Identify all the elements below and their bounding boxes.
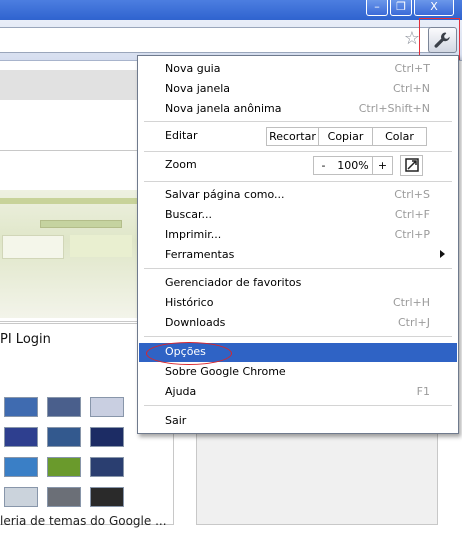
menu-item-new-incognito-window[interactable]: Nova janela anônima [165,100,281,118]
fullscreen-icon [404,158,419,172]
wrench-dropdown-menu: Nova guia Ctrl+T Nova janela Ctrl+N Nova… [137,55,459,434]
theme-swatch [90,427,124,447]
menu-separator [144,268,452,269]
menu-item-bookmark-manager[interactable]: Gerenciador de favoritos [165,274,301,292]
menu-item-zoom: Zoom [165,158,197,171]
submenu-arrow-icon [440,250,445,258]
menu-separator [144,405,452,406]
minimize-icon: – [374,0,380,13]
theme-swatch [4,487,38,507]
shortcut-find: Ctrl+F [394,208,430,221]
menu-separator [144,121,452,122]
menu-item-tools[interactable]: Ferramentas [165,246,234,264]
menu-separator [144,151,452,152]
restore-icon: ❐ [396,0,406,13]
shortcut-new-incognito: Ctrl+Shift+N [358,102,430,115]
theme-swatch [4,397,38,417]
menu-item-new-window[interactable]: Nova janela [165,80,230,98]
shortcut-help: F1 [416,385,430,398]
cut-button[interactable]: Recortar [266,127,319,146]
annotation-oval [146,342,232,365]
copy-button[interactable]: Copiar [318,127,373,146]
shortcut-downloads: Ctrl+J [397,316,430,329]
menu-item-exit[interactable]: Sair [165,412,186,430]
menu-item-help[interactable]: Ajuda [165,383,196,401]
shortcut-new-window: Ctrl+N [392,82,430,95]
menu-item-new-tab[interactable]: Nova guia [165,60,220,78]
menu-separator [144,336,452,337]
tile-thumbnail-image [0,190,137,318]
address-bar[interactable] [0,27,430,53]
theme-swatch [47,397,81,417]
most-visited-tile-empty[interactable] [196,430,438,525]
shortcut-print: Ctrl+P [394,228,430,241]
theme-swatch [47,457,81,477]
menu-item-save-page[interactable]: Salvar página como... [165,186,285,204]
paste-button[interactable]: Colar [372,127,427,146]
close-icon: X [430,0,438,13]
minimize-button[interactable]: – [366,0,388,16]
tile-title[interactable]: PI Login [0,332,51,347]
close-button[interactable]: X [414,0,454,16]
zoom-level: 100% [333,156,373,175]
menu-item-edit: Editar [165,129,198,142]
menu-separator [144,181,452,182]
shortcut-history: Ctrl+H [392,296,430,309]
theme-swatch [47,427,81,447]
theme-swatch [90,487,124,507]
theme-swatch [47,487,81,507]
theme-swatch [4,427,38,447]
menu-item-find[interactable]: Buscar... [165,206,212,224]
restore-button[interactable]: ❐ [390,0,412,16]
content-bar [0,70,140,100]
shortcut-new-tab: Ctrl+T [394,62,430,75]
theme-swatch [4,457,38,477]
theme-swatch [90,457,124,477]
annotation-highlight-box [419,18,460,60]
theme-swatch [90,397,124,417]
zoom-out-button[interactable]: - [313,156,334,175]
menu-item-history[interactable]: Histórico [165,294,213,312]
menu-item-downloads[interactable]: Downloads [165,314,225,332]
menu-item-print[interactable]: Imprimir... [165,226,221,244]
shortcut-save-page: Ctrl+S [394,188,430,201]
fullscreen-button[interactable] [400,155,423,176]
tile-title[interactable]: leria de temas do Google ... [0,514,167,528]
zoom-in-button[interactable]: + [372,156,393,175]
menu-item-about[interactable]: Sobre Google Chrome [165,363,286,381]
